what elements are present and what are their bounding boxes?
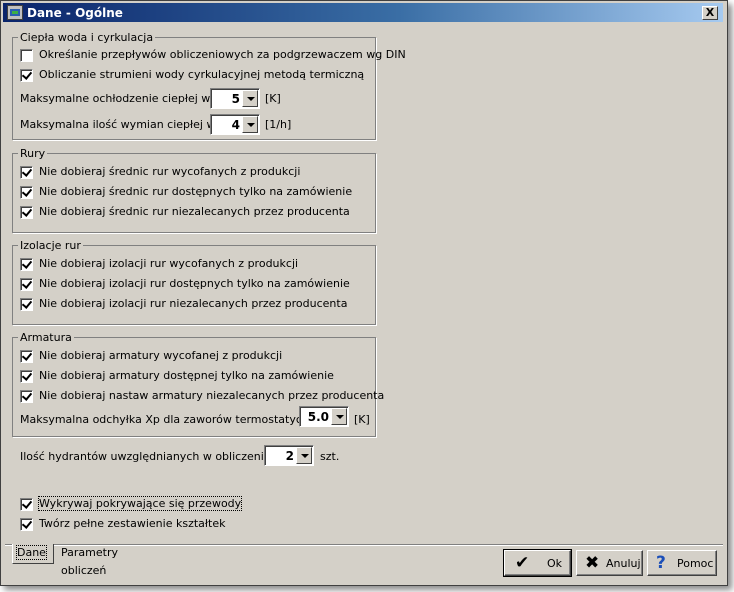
hydrants-label: Ilość hydrantów uwzględnianych w oblicze… [20,450,284,463]
help-button[interactable]: ? Pomoc [647,550,717,576]
chevron-down-icon[interactable] [296,447,312,464]
button-label: Pomoc [677,557,714,570]
checkbox-fittings-withdrawn[interactable] [20,350,33,363]
checkbox-insulation-on-order[interactable] [20,278,33,291]
unit-label: [1/h] [265,118,292,131]
checkbox-detect-overlap[interactable] [20,498,33,511]
combo-value: 5 [231,92,240,106]
combo-value: 2 [285,449,294,463]
checkbox-flow-din[interactable] [20,49,33,62]
checkbox-circulation-thermal[interactable] [20,69,33,82]
checkbox-label[interactable]: Nie dobieraj izolacji rur niezalecanych … [39,297,347,310]
app-icon[interactable] [7,5,23,20]
checkbox-label[interactable]: Określanie przepływów obliczeniowych za … [39,48,406,61]
checkbox-label[interactable]: Nie dobieraj średnic rur dostępnych tylk… [39,185,352,198]
max-exchanges-combo[interactable]: 4 [210,114,260,135]
checkbox-pipes-on-order[interactable] [20,186,33,199]
checkmark-icon: ✔ [515,553,530,573]
tab-dane[interactable]: Dane [12,544,54,564]
checkbox-label[interactable]: Nie dobieraj izolacji rur wycofanych z p… [39,257,298,270]
max-cooling-combo[interactable]: 5 [210,88,260,109]
chevron-down-icon[interactable] [242,90,258,107]
checkbox-label[interactable]: Obliczanie strumieni wody cyrkulacyjnej … [39,68,364,81]
checkbox-label[interactable]: Twórz pełne zestawienie kształtek [39,517,225,530]
unit-label: [K] [354,413,370,426]
checkbox-label[interactable]: Nie dobieraj armatury dostępnej tylko na… [39,369,334,382]
xp-label: Maksymalna odchyłka Xp dla zaworów termo… [20,413,335,426]
button-label: Anuluj [606,557,641,570]
checkbox-insulation-not-recommended[interactable] [20,298,33,311]
combo-value: 4 [231,118,240,132]
question-icon: ? [656,553,666,573]
dialog-window: Dane - Ogólne X Ciepła woda i cyrkulacja… [0,0,728,586]
combo-value: 5.0 [307,410,329,424]
chevron-down-icon[interactable] [242,116,258,133]
max-cooling-label: Maksymalne ochłodzenie ciepłej wody [20,92,231,105]
checkbox-label[interactable]: Wykrywaj pokrywające się przewody [37,496,243,511]
tab-parametry-obliczen[interactable]: Parametry obliczeń [57,544,167,577]
group-legend: Armatura [18,331,74,344]
x-cross-icon: ✖ [585,553,600,573]
unit-label: [K] [265,92,281,105]
group-legend: Ciepła woda i cyrkulacja [18,31,156,44]
max-exchanges-label: Maksymalna ilość wymian ciepłej wody [20,118,236,131]
checkbox-label[interactable]: Nie dobieraj średnic rur wycofanych z pr… [39,165,300,178]
close-button[interactable]: X [702,6,718,20]
checkbox-insulation-withdrawn[interactable] [20,258,33,271]
unit-label: szt. [320,450,340,463]
button-label: Ok [547,557,563,570]
checkbox-label[interactable]: Nie dobieraj nastaw armatury niezalecany… [39,389,384,402]
checkbox-label[interactable]: Nie dobieraj izolacji rur dostępnych tyl… [39,277,350,290]
tab-label: Dane [16,545,47,560]
window-title: Dane - Ogólne [27,6,123,20]
checkbox-fittings-settings[interactable] [20,390,33,403]
chevron-down-icon[interactable] [331,408,347,425]
xp-combo[interactable]: 5.0 [299,406,349,427]
group-legend: Rury [18,147,48,160]
checkbox-pipes-not-recommended[interactable] [20,206,33,219]
group-legend: Izolacje rur [18,239,83,252]
checkbox-label[interactable]: Nie dobieraj armatury wycofanej z produk… [39,349,282,362]
hydrants-combo[interactable]: 2 [264,445,314,466]
title-bar[interactable]: Dane - Ogólne X [3,3,723,22]
cancel-button[interactable]: ✖ Anuluj [576,550,643,576]
tab-label: Parametry obliczeń [61,546,118,577]
checkbox-full-fittings-list[interactable] [20,518,33,531]
ok-button[interactable]: ✔ Ok [503,549,572,577]
checkbox-pipes-withdrawn[interactable] [20,166,33,179]
checkbox-fittings-on-order[interactable] [20,370,33,383]
checkbox-label[interactable]: Nie dobieraj średnic rur niezalecanych p… [39,205,350,218]
